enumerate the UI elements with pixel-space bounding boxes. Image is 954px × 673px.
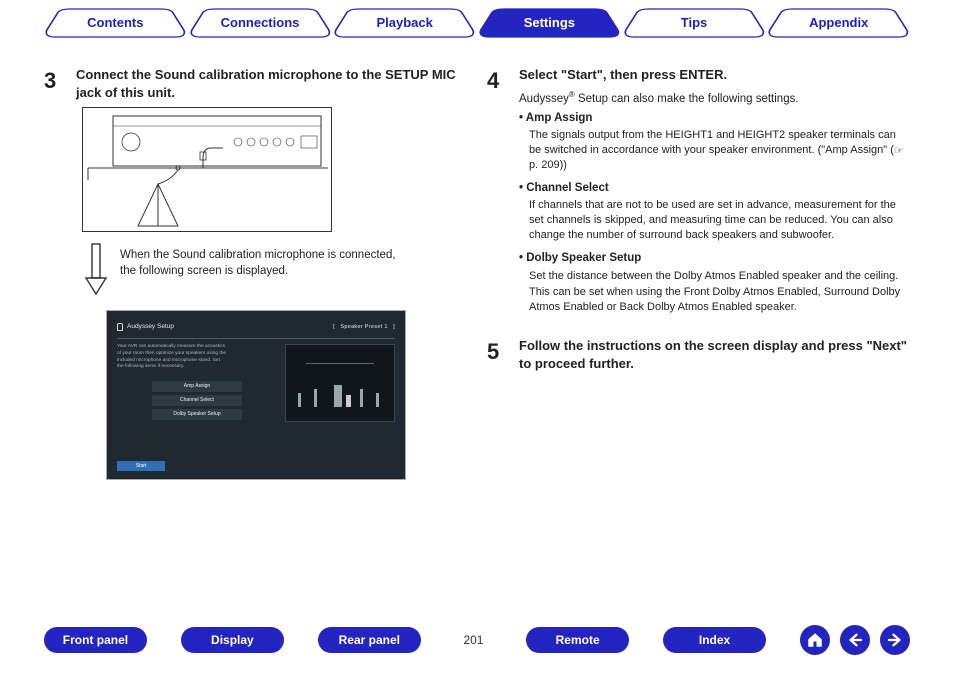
step-5: 5 Follow the instructions on the screen … bbox=[487, 337, 910, 378]
osd-start-button: Start bbox=[117, 461, 165, 471]
tab-appendix[interactable]: Appendix bbox=[767, 8, 910, 38]
display-button[interactable]: Display bbox=[181, 627, 284, 653]
note-text: When the Sound calibration microphone is… bbox=[120, 242, 402, 279]
setting-desc-2: This can be set when using the Front Dol… bbox=[529, 285, 910, 315]
tab-label: Tips bbox=[681, 15, 708, 30]
front-panel-button[interactable]: Front panel bbox=[44, 627, 147, 653]
pointer-icon: ☞ bbox=[894, 144, 904, 159]
step-number: 4 bbox=[487, 66, 507, 323]
setting-label: Channel Select bbox=[519, 181, 910, 197]
tab-label: Connections bbox=[221, 15, 300, 30]
device-illustration bbox=[82, 107, 332, 232]
index-button[interactable]: Index bbox=[663, 627, 766, 653]
setting-desc: Set the distance between the Dolby Atmos… bbox=[529, 269, 910, 284]
tab-settings[interactable]: Settings bbox=[478, 8, 621, 38]
next-page-button[interactable] bbox=[880, 625, 910, 655]
mic-icon bbox=[117, 323, 123, 331]
setting-dolby-speaker: Dolby Speaker Setup Set the distance bet… bbox=[519, 251, 910, 315]
tab-label: Playback bbox=[376, 15, 432, 30]
osd-channel-select-button: Channel Select bbox=[152, 395, 242, 406]
osd-room-diagram bbox=[285, 344, 395, 422]
home-icon bbox=[806, 631, 824, 649]
page-content: 3 Connect the Sound calibration micropho… bbox=[0, 48, 954, 490]
step-title: Follow the instructions on the screen di… bbox=[519, 337, 910, 372]
osd-amp-assign-button: Amp Assign bbox=[152, 381, 242, 392]
setting-label: Amp Assign bbox=[519, 111, 910, 127]
rear-panel-button[interactable]: Rear panel bbox=[318, 627, 421, 653]
top-tabs: Contents Connections Playback Settings T… bbox=[0, 0, 954, 48]
arrow-left-icon bbox=[846, 631, 864, 649]
setting-label: Dolby Speaker Setup bbox=[519, 251, 910, 267]
arrow-right-icon bbox=[886, 631, 904, 649]
remote-button[interactable]: Remote bbox=[526, 627, 629, 653]
left-column: 3 Connect the Sound calibration micropho… bbox=[44, 66, 467, 490]
tab-contents[interactable]: Contents bbox=[44, 8, 187, 38]
onscreen-display-preview: Audyssey Setup [ Speaker Preset 1 ] Your… bbox=[106, 310, 406, 480]
setting-desc: If channels that are not to be used are … bbox=[529, 198, 910, 243]
tab-label: Contents bbox=[87, 15, 143, 30]
right-column: 4 Select "Start", then press ENTER. Audy… bbox=[487, 66, 910, 490]
tab-tips[interactable]: Tips bbox=[623, 8, 766, 38]
bottom-nav: Front panel Display Rear panel 201 Remot… bbox=[0, 625, 954, 655]
osd-dolby-speaker-button: Dolby Speaker Setup bbox=[152, 409, 242, 420]
tab-playback[interactable]: Playback bbox=[333, 8, 476, 38]
step-title: Connect the Sound calibration microphone… bbox=[76, 66, 467, 101]
tab-connections[interactable]: Connections bbox=[189, 8, 332, 38]
setting-amp-assign: Amp Assign The signals output from the H… bbox=[519, 111, 910, 173]
tab-label: Appendix bbox=[809, 15, 868, 30]
settings-list: Amp Assign The signals output from the H… bbox=[519, 111, 910, 315]
step-title: Select "Start", then press ENTER. bbox=[519, 66, 910, 84]
setting-channel-select: Channel Select If channels that are not … bbox=[519, 181, 910, 243]
prev-page-button[interactable] bbox=[840, 625, 870, 655]
step-3: 3 Connect the Sound calibration micropho… bbox=[44, 66, 467, 480]
mic-connected-note: When the Sound calibration microphone is… bbox=[82, 242, 402, 298]
nav-icon-group bbox=[800, 625, 910, 655]
page-number: 201 bbox=[455, 633, 492, 647]
osd-description: Your AVR can automatically measure the a… bbox=[117, 344, 227, 371]
setting-desc: The signals output from the HEIGHT1 and … bbox=[529, 128, 910, 173]
osd-title: Audyssey Setup bbox=[117, 323, 174, 332]
step-intro: Audyssey® Setup can also make the follow… bbox=[519, 90, 910, 107]
osd-preset: [ Speaker Preset 1 ] bbox=[333, 324, 395, 331]
tab-label: Settings bbox=[524, 15, 575, 30]
step-number: 5 bbox=[487, 337, 507, 378]
home-button[interactable] bbox=[800, 625, 830, 655]
step-4: 4 Select "Start", then press ENTER. Audy… bbox=[487, 66, 910, 323]
